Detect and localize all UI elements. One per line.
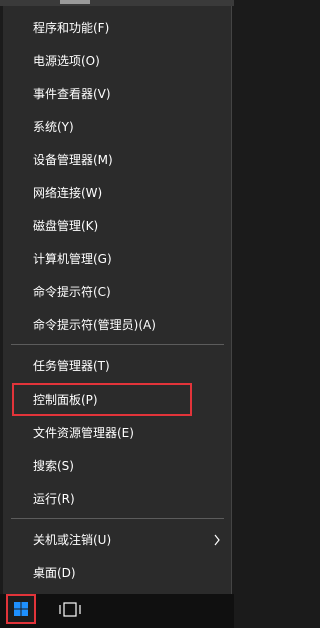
menu-separator	[11, 344, 224, 345]
winx-context-menu: 程序和功能(F) 电源选项(O) 事件查看器(V) 系统(Y) 设备管理器(M)…	[3, 6, 232, 594]
menu-item-event-viewer[interactable]: 事件查看器(V)	[3, 79, 232, 109]
menu-item-device-manager[interactable]: 设备管理器(M)	[3, 145, 232, 175]
menu-item-shutdown-signout[interactable]: 关机或注销(U)	[3, 525, 232, 555]
start-button[interactable]	[6, 594, 36, 624]
screen: 程序和功能(F) 电源选项(O) 事件查看器(V) 系统(Y) 设备管理器(M)…	[0, 0, 234, 628]
menu-item-task-manager[interactable]: 任务管理器(T)	[3, 351, 232, 381]
menu-item-power-options[interactable]: 电源选项(O)	[3, 46, 232, 76]
menu-item-command-prompt[interactable]: 命令提示符(C)	[3, 277, 232, 307]
menu-item-command-prompt-admin[interactable]: 命令提示符(管理员)(A)	[3, 310, 232, 340]
menu-item-shutdown-label: 关机或注销(U)	[33, 533, 112, 547]
menu-item-programs-and-features[interactable]: 程序和功能(F)	[3, 13, 232, 43]
windows-logo-icon	[14, 602, 28, 616]
control-panel-highlight-box	[12, 383, 192, 416]
menu-item-system[interactable]: 系统(Y)	[3, 112, 232, 142]
menu-item-search[interactable]: 搜索(S)	[3, 451, 232, 481]
menu-separator	[11, 518, 224, 519]
taskbar	[0, 594, 234, 628]
menu-item-desktop[interactable]: 桌面(D)	[3, 558, 232, 588]
menu-item-run[interactable]: 运行(R)	[3, 484, 232, 514]
menu-item-disk-management[interactable]: 磁盘管理(K)	[3, 211, 232, 241]
top-strip-highlight	[60, 0, 90, 4]
task-view-icon[interactable]	[57, 598, 83, 622]
chevron-right-icon	[214, 534, 220, 546]
menu-item-network-connections[interactable]: 网络连接(W)	[3, 178, 232, 208]
menu-item-computer-management[interactable]: 计算机管理(G)	[3, 244, 232, 274]
menu-item-file-explorer[interactable]: 文件资源管理器(E)	[3, 418, 232, 448]
